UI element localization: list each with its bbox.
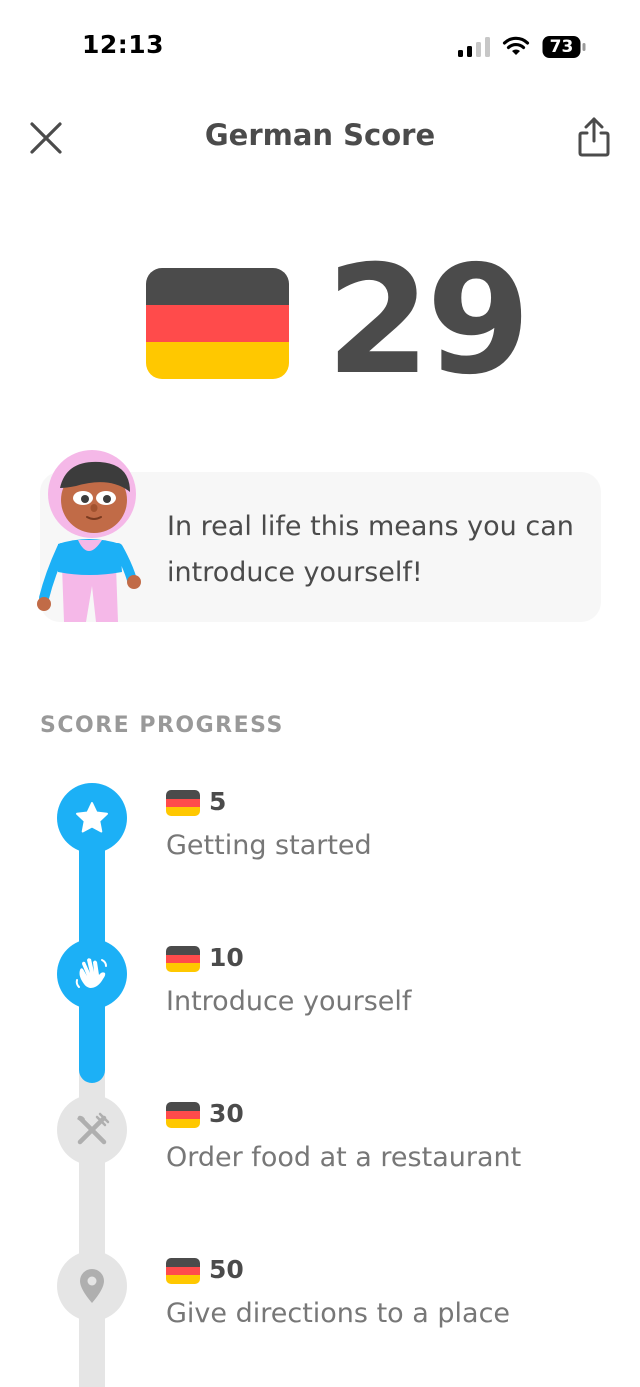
milestone-node-completed[interactable]: [57, 939, 127, 1009]
germany-flag-icon: [166, 946, 200, 972]
battery-level: 73: [549, 37, 574, 57]
milestone-label: Introduce yourself: [166, 986, 412, 1017]
milestone-value: 10: [209, 943, 244, 972]
milestone-node-locked[interactable]: [57, 1095, 127, 1165]
milestone-value: 5: [209, 787, 227, 816]
wave-hand-icon: [75, 958, 107, 988]
fork-knife-icon: [77, 1112, 110, 1145]
milestone-value: 30: [209, 1099, 244, 1128]
info-card-text: In real life this means you can introduc…: [167, 511, 574, 588]
germany-flag-icon: [166, 1102, 200, 1128]
germany-flag-icon: [166, 790, 200, 816]
germany-flag-icon: [166, 1258, 200, 1284]
share-icon[interactable]: [574, 116, 614, 158]
wifi-icon: [502, 36, 530, 55]
section-label: SCORE PROGRESS: [40, 713, 284, 738]
map-pin-icon: [80, 1269, 104, 1303]
page-title: German Score: [204, 118, 436, 152]
milestone-label: Order food at a restaurant: [166, 1142, 522, 1173]
battery-icon: 73: [542, 35, 588, 59]
milestone-node-locked[interactable]: [57, 1251, 127, 1321]
milestone-label: Getting started: [166, 830, 372, 861]
milestone-node-completed[interactable]: [57, 783, 127, 853]
character-illustration: [37, 450, 141, 622]
progress-track-locked: [79, 1040, 105, 1387]
milestone-value: 50: [209, 1255, 244, 1284]
cellular-signal-icon: [458, 37, 490, 57]
score-value: 29: [326, 234, 531, 408]
milestone-label: Give directions to a place: [166, 1298, 511, 1329]
star-icon: [76, 802, 108, 833]
status-time: 12:13: [82, 30, 165, 59]
germany-flag-icon: [146, 268, 289, 379]
